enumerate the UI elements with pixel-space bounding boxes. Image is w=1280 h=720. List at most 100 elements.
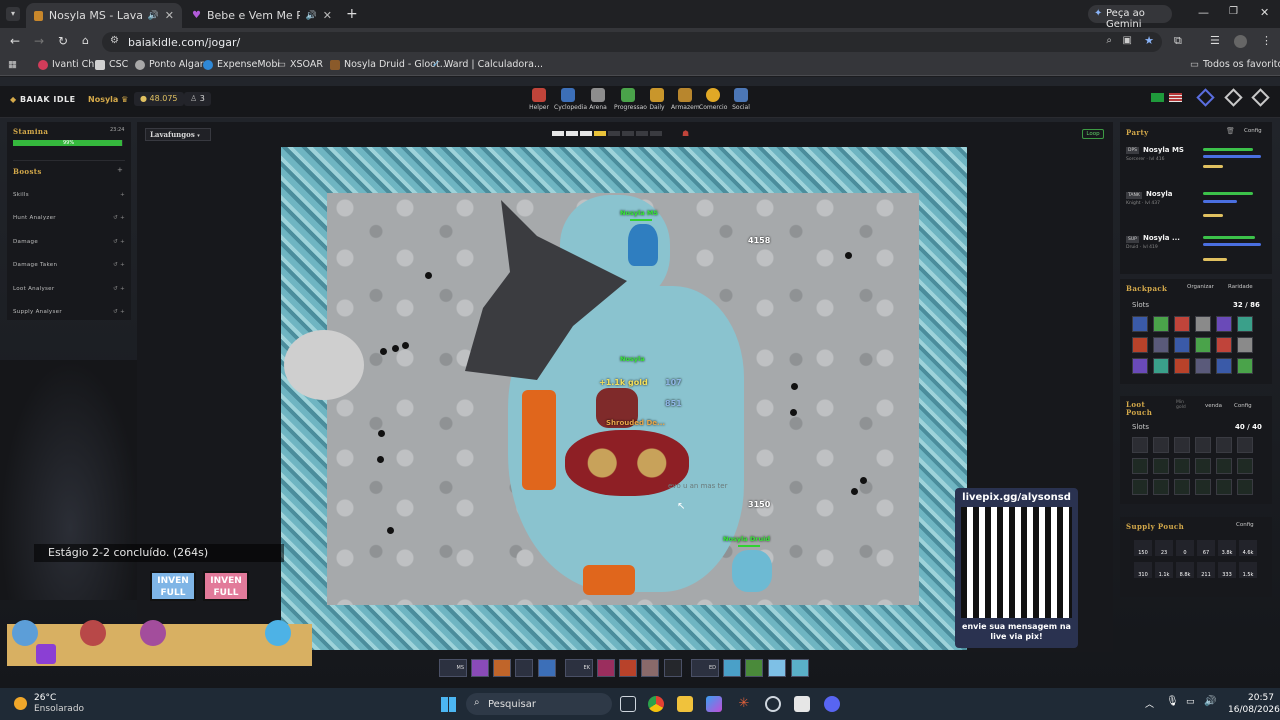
chrome-icon[interactable] (648, 696, 664, 712)
sidebar-item-skills[interactable]: Skills + (13, 192, 125, 198)
bookmark-star-icon[interactable]: ★ (1144, 34, 1154, 47)
reset-expand-icon[interactable]: ↺ + (113, 262, 125, 268)
sidebar-item-hunt-analyzer[interactable]: Hunt Analyzer ↺ + (13, 215, 125, 221)
loot-slot[interactable] (1237, 437, 1253, 453)
nav-armazem[interactable]: Armazem (671, 88, 700, 111)
loot-slot[interactable] (1174, 458, 1190, 474)
supply-slot[interactable]: 4.6k (1239, 540, 1257, 556)
clock-date[interactable]: 16/08/2026 (1228, 705, 1280, 715)
loot-slot[interactable] (1195, 458, 1211, 474)
backpack-slot[interactable] (1216, 358, 1232, 374)
party-member-name[interactable]: Nosyla (1146, 190, 1173, 198)
loot-slot[interactable] (1153, 458, 1169, 474)
weather-temp[interactable]: 26°C (34, 693, 56, 703)
mic-icon[interactable]: 🎙 (1166, 696, 1179, 707)
tab-audio-icon[interactable]: 🔊 (306, 11, 317, 21)
hotbar-slot[interactable] (723, 659, 741, 677)
sidebar-item-loot-analyser[interactable]: Loot Analyser ↺ + (13, 286, 125, 292)
hotbar-slot[interactable] (597, 659, 615, 677)
loot-slot[interactable] (1195, 479, 1211, 495)
reset-expand-icon[interactable]: ↺ + (113, 239, 125, 245)
taskbar-search[interactable]: ⌕ Pesquisar (466, 693, 612, 715)
character-sprite-druid[interactable] (732, 550, 772, 592)
supply-slot[interactable]: 3.8k (1218, 540, 1236, 556)
hotbar-slot[interactable]: EK (565, 659, 593, 677)
file-explorer-icon[interactable] (677, 696, 693, 712)
tab-search-button[interactable]: ▾ (6, 7, 20, 21)
backpack-slot[interactable] (1237, 316, 1253, 332)
party-config-button[interactable]: Config (1244, 128, 1262, 134)
tab-close-icon[interactable]: ✕ (165, 9, 174, 22)
window-restore-button[interactable]: ❐ (1229, 6, 1238, 17)
discord-icon[interactable] (824, 696, 840, 712)
gemini-button[interactable]: ✦ Peça ao Gemini (1088, 5, 1172, 30)
loot-slot[interactable] (1132, 437, 1148, 453)
reading-list-icon[interactable]: ☰ (1210, 34, 1220, 47)
expand-icon[interactable]: + (120, 192, 125, 198)
supply-slot[interactable]: 0 (1176, 540, 1194, 556)
supply-slot[interactable]: 310 (1134, 562, 1152, 578)
backpack-slot[interactable] (1216, 316, 1232, 332)
window-close-button[interactable]: ✕ (1260, 6, 1269, 19)
player-name[interactable]: Nosyla ♛ (88, 95, 128, 104)
browser-tab[interactable]: ♥ Bebe e Vem Me Procurar / C 🔊 ✕ (184, 3, 340, 28)
new-tab-button[interactable]: + (346, 6, 358, 22)
backpack-slot[interactable] (1174, 337, 1190, 353)
loot-slot[interactable] (1174, 479, 1190, 495)
loot-slot[interactable] (1195, 437, 1211, 453)
backpack-slot[interactable] (1216, 337, 1232, 353)
profile-avatar[interactable] (1234, 35, 1247, 48)
apps-icon[interactable]: ▦ (8, 59, 17, 70)
hotbar-slot[interactable] (538, 659, 556, 677)
loot-slot[interactable] (1237, 458, 1253, 474)
address-bar[interactable]: ⚙ baiakidle.com/jogar/ ⌕ ▣ ★ (102, 32, 1162, 52)
loot-slot[interactable] (1153, 479, 1169, 495)
supply-slot[interactable]: 67 (1197, 540, 1215, 556)
backpack-slot[interactable] (1153, 337, 1169, 353)
backpack-slot[interactable] (1237, 358, 1253, 374)
sidebar-item-damage[interactable]: Damage ↺ + (13, 239, 125, 245)
weather-sun-icon[interactable] (14, 697, 27, 710)
cast-icon[interactable]: ▣ (1123, 35, 1132, 46)
backpack-slot[interactable] (1237, 337, 1253, 353)
tab-close-icon[interactable]: ✕ (323, 9, 332, 22)
supply-slot[interactable]: 211 (1197, 562, 1215, 578)
loot-slot[interactable] (1237, 479, 1253, 495)
network-icon[interactable]: ▭ (1186, 697, 1195, 707)
loot-slot[interactable] (1153, 437, 1169, 453)
hotbar-slot[interactable] (641, 659, 659, 677)
sidebar-item-boosts[interactable]: Boosts (13, 167, 42, 176)
home-icon[interactable]: ⌂ (82, 34, 89, 47)
forward-icon[interactable]: → (34, 34, 44, 48)
extensions-icon[interactable]: ⧉ (1174, 34, 1182, 48)
clock-time[interactable]: 20:57 (1248, 693, 1274, 703)
backpack-slot[interactable] (1153, 358, 1169, 374)
bookmark-item[interactable]: Nosyla Druid - Gloot... (330, 59, 449, 70)
supply-slot[interactable]: 333 (1218, 562, 1236, 578)
volume-icon[interactable]: 🔊 (1204, 696, 1216, 707)
backpack-slot[interactable] (1153, 316, 1169, 332)
app-icon[interactable] (765, 696, 781, 712)
nav-helper[interactable]: Helper (525, 88, 553, 111)
browser-menu-icon[interactable]: ⋮ (1261, 34, 1272, 47)
loot-slot[interactable] (1174, 437, 1190, 453)
hotbar-slot[interactable] (745, 659, 763, 677)
loot-slot[interactable] (1216, 458, 1232, 474)
site-info-icon[interactable]: ⚙ (110, 35, 119, 46)
hotbar-slot[interactable]: MS (439, 659, 467, 677)
reset-expand-icon[interactable]: ↺ + (113, 215, 125, 221)
boosts-add-icon[interactable]: + (117, 166, 123, 174)
tab-audio-icon[interactable]: 🔊 (148, 11, 159, 21)
party-member-name[interactable]: Nosyla MS (1143, 146, 1184, 154)
trash-icon[interactable]: 🗑 (1226, 127, 1235, 135)
copilot-icon[interactable] (706, 696, 722, 712)
bookmark-folder[interactable]: ▭ XSOAR (277, 59, 323, 70)
hotbar-slot[interactable]: ED (691, 659, 719, 677)
supply-slot[interactable]: 1.1k (1155, 562, 1173, 578)
supply-slot[interactable]: 150 (1134, 540, 1152, 556)
loot-slot[interactable] (1216, 437, 1232, 453)
backpack-slot[interactable] (1174, 316, 1190, 332)
loop-toggle[interactable]: Loop (1082, 129, 1104, 139)
hotbar-slot[interactable] (493, 659, 511, 677)
supply-slot[interactable]: 23 (1155, 540, 1173, 556)
